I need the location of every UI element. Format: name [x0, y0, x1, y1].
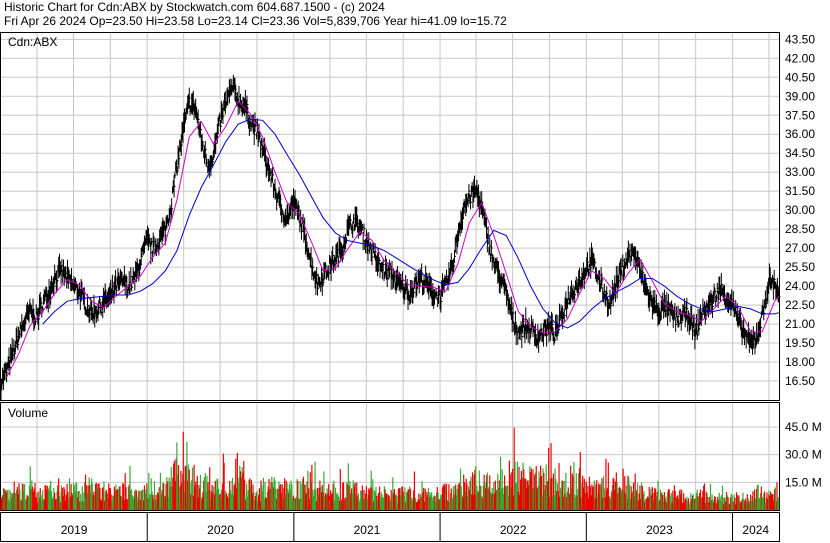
price-tick-label: 24.00 [785, 279, 815, 293]
price-tick-label: 28.50 [785, 222, 815, 236]
price-axis-labels: 43.50 42.00 40.50 39.00 37.50 36.00 34.50 33.00… [785, 32, 815, 388]
volume-tick-label: 15.0 M [785, 475, 822, 489]
year-label: 2019 [61, 523, 88, 537]
price-tick-label: 16.50 [785, 374, 815, 388]
year-label: 2023 [646, 523, 673, 537]
price-tick-label: 31.50 [785, 184, 815, 198]
volume-axis-labels: 45.0 M 30.0 M 15.0 M [785, 420, 822, 489]
price-tick-label: 42.00 [785, 51, 815, 65]
volume-tick-label: 45.0 M [785, 420, 822, 434]
year-label: 2020 [207, 523, 234, 537]
price-tick-label: 43.50 [785, 32, 815, 46]
year-label: 2021 [354, 523, 381, 537]
price-panel-frame [0, 32, 780, 401]
price-tick-label: 33.00 [785, 165, 815, 179]
price-tick-label: 34.50 [785, 146, 815, 160]
price-tick-label: 19.50 [785, 336, 815, 350]
price-tick-label: 18.00 [785, 355, 815, 369]
stock-chart: 43.50 42.00 40.50 39.00 37.50 36.00 34.50 33.00… [0, 32, 822, 542]
price-tick-label: 25.50 [785, 260, 815, 274]
price-panel-label: Cdn:ABX [8, 35, 57, 49]
price-tick-label: 27.00 [785, 241, 815, 255]
price-tick-label: 39.00 [785, 89, 815, 103]
price-tick-label: 21.00 [785, 317, 815, 331]
volume-tick-label: 30.0 M [785, 448, 822, 462]
price-tick-label: 40.50 [785, 70, 815, 84]
price-tick-label: 22.50 [785, 298, 815, 312]
year-label: 2024 [742, 523, 769, 537]
year-label: 2022 [500, 523, 527, 537]
volume-panel-label: Volume [8, 406, 48, 420]
price-tick-label: 36.00 [785, 127, 815, 141]
price-tick-label: 30.00 [785, 203, 815, 217]
price-tick-label: 37.50 [785, 108, 815, 122]
